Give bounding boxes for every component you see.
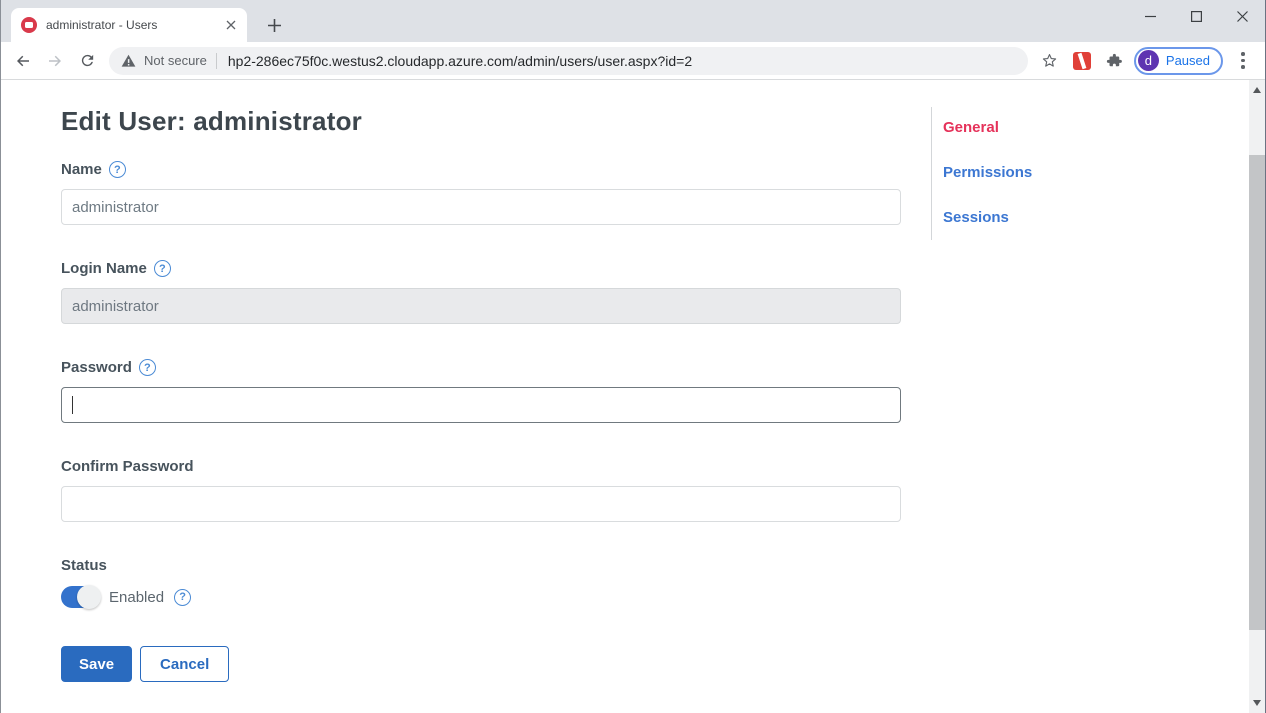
name-input[interactable] [61, 189, 901, 225]
security-label[interactable]: Not secure [144, 53, 207, 68]
scrollbar-down-arrow-icon[interactable] [1253, 700, 1261, 706]
browser-window: administrator - Users [0, 0, 1266, 713]
status-state-label: Enabled [109, 589, 164, 606]
forward-button[interactable] [41, 47, 69, 75]
form-actions: Save Cancel [61, 646, 901, 682]
password-label: Password [61, 359, 132, 376]
browser-toolbar: Not secure hp2-286ec75f0c.westus2.clouda… [1, 42, 1265, 80]
tab-strip: administrator - Users [1, 0, 1265, 42]
profile-avatar: d [1138, 50, 1159, 71]
omnibox-divider [216, 53, 217, 69]
site-favicon-icon [21, 17, 37, 33]
login-name-input [61, 288, 901, 324]
status-help-icon[interactable]: ? [174, 589, 191, 606]
window-maximize-button[interactable] [1173, 0, 1219, 32]
status-toggle[interactable] [61, 586, 99, 608]
window-minimize-button[interactable] [1127, 0, 1173, 32]
reload-button[interactable] [73, 47, 101, 75]
confirm-password-label: Confirm Password [61, 458, 194, 475]
extensions-puzzle-icon[interactable] [1100, 47, 1128, 75]
sync-paused-label: Paused [1166, 53, 1210, 68]
section-nav: General Permissions Sessions [931, 107, 1131, 240]
login-name-field-group: Login Name ? [61, 260, 901, 324]
edit-user-form: Edit User: administrator Name ? Login Na… [61, 80, 901, 682]
window-close-button[interactable] [1219, 0, 1265, 32]
not-secure-warning-icon [121, 54, 136, 68]
login-name-label: Login Name [61, 260, 147, 277]
tab-close-icon[interactable] [222, 17, 239, 34]
scrollbar-up-arrow-icon[interactable] [1253, 87, 1261, 93]
tab-title: administrator - Users [46, 18, 214, 32]
new-tab-button[interactable] [260, 11, 288, 39]
login-name-help-icon[interactable]: ? [154, 260, 171, 277]
confirm-password-input[interactable] [61, 486, 901, 522]
password-field-group: Password ? [61, 359, 901, 423]
profile-button[interactable]: d Paused [1134, 47, 1223, 75]
password-help-icon[interactable]: ? [139, 359, 156, 376]
confirm-password-field-group: Confirm Password [61, 458, 901, 522]
url-text[interactable]: hp2-286ec75f0c.westus2.cloudapp.azure.co… [228, 53, 692, 69]
name-help-icon[interactable]: ? [109, 161, 126, 178]
page-content: Edit User: administrator Name ? Login Na… [2, 80, 1248, 713]
status-label: Status [61, 557, 107, 574]
page-title: Edit User: administrator [61, 106, 901, 137]
nav-item-general[interactable]: General [932, 119, 1131, 136]
text-caret [72, 396, 73, 414]
browser-tab[interactable]: administrator - Users [11, 8, 247, 42]
cancel-button[interactable]: Cancel [140, 646, 229, 682]
back-button[interactable] [9, 47, 37, 75]
name-field-group: Name ? [61, 161, 901, 225]
kebab-menu-icon [1241, 52, 1245, 69]
page-scrollbar[interactable] [1249, 80, 1265, 713]
toggle-knob [77, 585, 101, 609]
status-field-group: Status Enabled ? [61, 557, 901, 608]
address-bar[interactable]: Not secure hp2-286ec75f0c.westus2.clouda… [109, 47, 1028, 75]
bookmark-star-icon[interactable] [1036, 47, 1064, 75]
extension-adblock-icon[interactable] [1068, 47, 1096, 75]
password-input[interactable] [61, 387, 901, 423]
window-controls [1127, 0, 1265, 32]
chrome-menu-button[interactable] [1229, 47, 1257, 75]
save-button[interactable]: Save [61, 646, 132, 682]
name-label: Name [61, 161, 102, 178]
nav-item-sessions[interactable]: Sessions [932, 209, 1131, 226]
scrollbar-thumb[interactable] [1249, 155, 1265, 630]
nav-item-permissions[interactable]: Permissions [932, 164, 1131, 181]
